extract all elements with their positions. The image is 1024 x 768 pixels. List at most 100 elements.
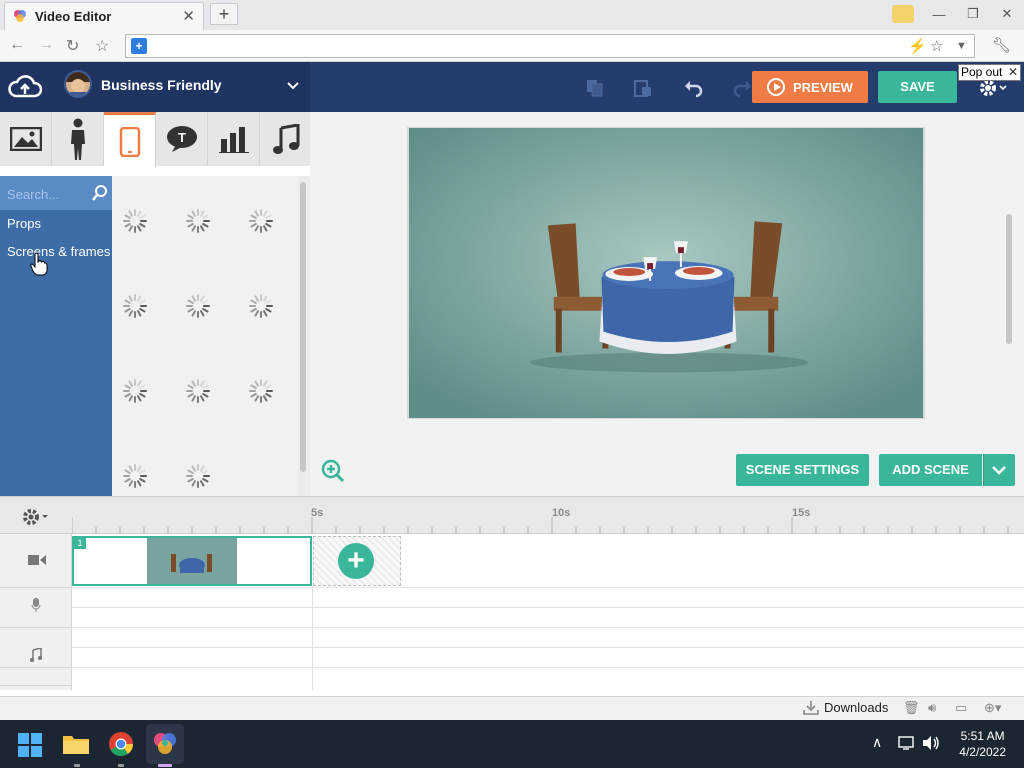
asset-category-tabs: T bbox=[0, 112, 312, 168]
track-headers bbox=[0, 534, 72, 690]
phone-icon bbox=[119, 126, 140, 157]
popout-tooltip[interactable]: Pop out ✕ bbox=[958, 64, 1021, 81]
cloud-upload-icon[interactable] bbox=[8, 74, 42, 100]
popout-label: Pop out bbox=[961, 65, 1003, 79]
play-icon bbox=[767, 78, 785, 96]
undo-icon[interactable] bbox=[684, 78, 704, 98]
hand-cursor-icon bbox=[30, 252, 48, 276]
site-info-icon[interactable]: + bbox=[131, 38, 147, 54]
person-icon bbox=[70, 118, 85, 160]
scene-settings-button[interactable]: SCENE SETTINGS bbox=[736, 454, 869, 486]
app-favicon-icon bbox=[14, 10, 26, 22]
ruler-tick-label: 15s bbox=[792, 507, 811, 519]
video-editor-app-icon[interactable] bbox=[151, 731, 179, 757]
category-screens-frames[interactable]: Screens & frames bbox=[0, 238, 112, 266]
new-tab-button[interactable]: + bbox=[210, 3, 238, 25]
add-scene-slot[interactable]: + bbox=[313, 536, 401, 586]
chrome-icon[interactable] bbox=[108, 731, 134, 757]
back-icon[interactable]: ← bbox=[9, 36, 25, 54]
preview-button[interactable]: PREVIEW bbox=[752, 71, 868, 103]
speech-bubble-icon: T bbox=[166, 126, 197, 152]
windows-start-icon[interactable] bbox=[18, 733, 42, 757]
address-bar: ← → ↻ ☆ + ⚡ ☆ ▼ 🔧︎ bbox=[0, 30, 1024, 62]
tab-characters[interactable] bbox=[52, 112, 104, 166]
music-note-icon bbox=[273, 124, 300, 154]
tab-backgrounds[interactable] bbox=[0, 112, 52, 166]
zoom-menu-icon[interactable]: ⊕▾ bbox=[984, 700, 1001, 716]
show-hidden-icons-icon[interactable]: ∧ bbox=[872, 734, 882, 751]
trash-icon[interactable]: 🗑︎ bbox=[903, 700, 920, 716]
search-icon[interactable] bbox=[92, 185, 108, 201]
popout-close-icon[interactable]: ✕ bbox=[1008, 65, 1018, 80]
loading-spinner-icon bbox=[186, 464, 210, 488]
minimize-icon[interactable]: — bbox=[922, 7, 956, 22]
playhead-marker-line bbox=[312, 586, 313, 690]
bookmark-star-icon[interactable]: ☆ bbox=[95, 36, 109, 56]
window-controls: — ❐ ✕ bbox=[892, 0, 1024, 28]
downloads-link[interactable]: Downloads bbox=[824, 700, 888, 715]
loading-spinner-icon bbox=[249, 209, 273, 233]
ruler-tick-label: 5s bbox=[311, 507, 324, 519]
active-indicator bbox=[158, 764, 172, 767]
tab-music[interactable] bbox=[260, 112, 312, 166]
scrollbar-thumb[interactable] bbox=[300, 182, 306, 472]
ruler-tick-label: 10s bbox=[552, 507, 571, 519]
loading-spinner-icon bbox=[123, 209, 147, 233]
loading-spinner-icon bbox=[186, 379, 210, 403]
tab-charts[interactable] bbox=[208, 112, 260, 166]
file-explorer-icon[interactable] bbox=[62, 732, 90, 756]
save-button[interactable]: SAVE bbox=[878, 71, 957, 103]
forward-icon[interactable]: → bbox=[38, 36, 54, 54]
restore-icon[interactable]: ❐ bbox=[956, 6, 990, 22]
add-scene-dropdown[interactable] bbox=[983, 454, 1015, 486]
paste-icon[interactable] bbox=[633, 78, 653, 98]
settings-gear-icon[interactable] bbox=[978, 78, 1010, 98]
close-window-icon[interactable]: ✕ bbox=[990, 6, 1024, 22]
url-input[interactable]: + ⚡ ☆ ▼ bbox=[125, 34, 975, 58]
zoom-in-icon[interactable] bbox=[320, 458, 346, 484]
scene-number: 1 bbox=[74, 538, 86, 549]
reload-icon[interactable]: ↻ bbox=[66, 36, 79, 56]
tab-close-icon[interactable]: ✕ bbox=[182, 7, 195, 25]
search-input[interactable]: Search... bbox=[0, 176, 112, 210]
timeline-scene-clip[interactable]: 1 bbox=[72, 536, 312, 586]
microphone-icon bbox=[31, 598, 41, 612]
system-clock[interactable]: 5:51 AM 4/2/2022 bbox=[959, 728, 1006, 760]
copy-icon[interactable] bbox=[585, 78, 605, 98]
star-icon[interactable]: ☆ bbox=[930, 37, 943, 55]
network-icon[interactable] bbox=[898, 736, 916, 750]
scene-thumbnail bbox=[147, 538, 237, 584]
redo-icon[interactable] bbox=[732, 78, 752, 98]
dropdown-icon[interactable]: ▼ bbox=[956, 40, 967, 52]
chevron-down-icon[interactable] bbox=[286, 75, 300, 95]
speaker-icon[interactable]: 🔊︎ bbox=[928, 700, 936, 716]
timeline-settings-icon[interactable] bbox=[21, 507, 53, 527]
asset-grid-scrollbar[interactable] bbox=[298, 176, 310, 496]
lightning-icon[interactable]: ⚡ bbox=[908, 37, 927, 55]
loading-spinner-icon bbox=[249, 379, 273, 403]
wrench-menu-icon[interactable]: 🔧︎ bbox=[992, 36, 1011, 54]
tab-props[interactable] bbox=[104, 112, 156, 168]
loading-spinner-icon bbox=[123, 294, 147, 318]
track-divider bbox=[72, 647, 1024, 648]
music-note-icon bbox=[30, 648, 42, 662]
download-icon bbox=[803, 701, 819, 715]
stage-scrollbar[interactable] bbox=[1003, 122, 1015, 412]
theme-selector[interactable]: Business Friendly bbox=[0, 62, 310, 112]
scene-canvas[interactable] bbox=[407, 127, 925, 419]
volume-icon[interactable] bbox=[922, 735, 940, 751]
tab-text[interactable]: T bbox=[156, 112, 208, 166]
bar-chart-icon bbox=[218, 127, 249, 153]
browser-tab[interactable]: Video Editor ✕ bbox=[4, 2, 204, 30]
extension-icon[interactable] bbox=[892, 5, 914, 23]
timeline-ruler[interactable] bbox=[72, 497, 1024, 535]
video-camera-icon bbox=[28, 555, 46, 565]
plus-icon[interactable]: + bbox=[338, 543, 374, 579]
add-scene-button[interactable]: ADD SCENE bbox=[879, 454, 982, 486]
category-props[interactable]: Props bbox=[0, 210, 112, 238]
stage-scrollbar-thumb[interactable] bbox=[1006, 214, 1012, 344]
clock-date: 4/2/2022 bbox=[959, 745, 1006, 759]
running-indicator bbox=[74, 764, 80, 767]
window-icon[interactable]: ▭ bbox=[955, 700, 967, 716]
taskbar: ∧ 5:51 AM 4/2/2022 bbox=[0, 720, 1024, 768]
